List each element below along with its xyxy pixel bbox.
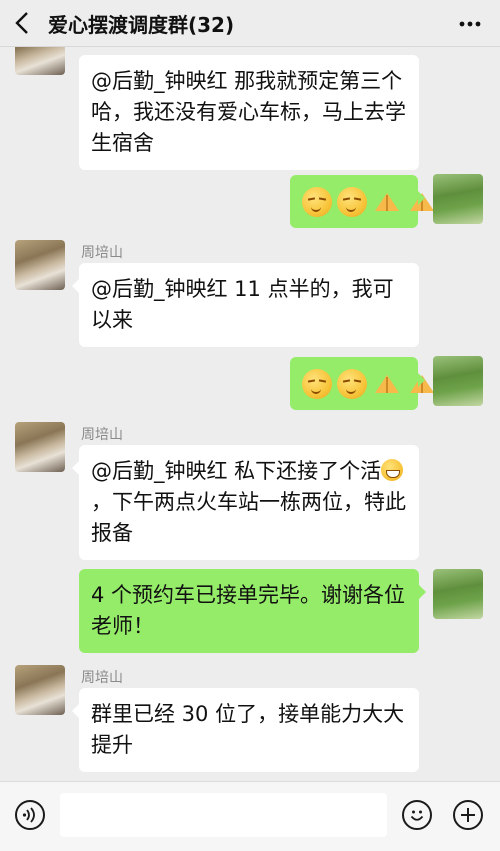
message-input[interactable]	[60, 793, 387, 837]
chevron-left-icon	[15, 12, 28, 34]
smirk-emoji	[302, 186, 332, 217]
avatar[interactable]	[15, 665, 65, 715]
pray-hands-emoji	[375, 192, 399, 211]
pray-hands-emoji	[375, 374, 399, 393]
emoji-row	[302, 368, 434, 399]
avatar[interactable]	[15, 240, 65, 290]
message-bubble[interactable]: @后勤_钟映红 私下还接了个活 ，下午两点火车站一栋两位，特此报备	[72, 445, 419, 560]
message-text: @后勤_钟映红 那我就预定第三个哈，我还没有爱心车标，马上去学生宿舍	[91, 69, 406, 155]
add-button[interactable]	[453, 800, 483, 830]
chat-header: 爱心摆渡调度群(32)	[0, 0, 500, 47]
more-dots-icon	[459, 21, 481, 27]
avatar[interactable]	[433, 356, 483, 406]
emoji-row	[302, 186, 434, 217]
message-text: @后勤_钟映红 私下还接了个活	[91, 459, 382, 483]
sender-name: 周培山	[81, 427, 123, 443]
smirk-emoji	[337, 186, 367, 217]
message-bubble[interactable]: @后勤_钟映红 那我就预定第三个哈，我还没有爱心车标，马上去学生宿舍	[79, 55, 419, 170]
message-text: @后勤_钟映红 11 点半的，我可以来	[91, 277, 394, 332]
sender-name: 周培山	[81, 245, 123, 261]
message-bubble[interactable]	[290, 175, 434, 228]
message-bubble[interactable]: 4 个预约车已接单完毕。谢谢各位老师！	[79, 569, 426, 653]
voice-icon	[22, 807, 35, 823]
sender-name: 周培山	[81, 670, 123, 686]
avatar[interactable]	[433, 569, 483, 619]
message-bubble[interactable]: @后勤_钟映红 11 点半的，我可以来	[72, 263, 419, 347]
message-bubble[interactable]	[290, 357, 434, 410]
voice-button[interactable]	[15, 800, 45, 830]
emoji-button[interactable]	[402, 800, 432, 830]
add-icon	[461, 808, 475, 822]
smirk-emoji	[337, 368, 367, 399]
more-button[interactable]	[458, 10, 482, 40]
message-text: 4 个预约车已接单完毕。谢谢各位老师！	[91, 583, 406, 638]
input-bar	[0, 781, 500, 851]
avatar[interactable]	[433, 174, 483, 224]
emoji-icon	[410, 810, 424, 821]
grin-emoji	[381, 459, 404, 481]
message-text: 群里已经 30 位了，接单能力大大提升	[91, 702, 405, 757]
avatar[interactable]	[15, 422, 65, 472]
message-bubble[interactable]: 群里已经 30 位了，接单能力大大提升	[72, 688, 419, 772]
avatar[interactable]	[15, 47, 65, 75]
back-button[interactable]	[0, 0, 44, 46]
message-list[interactable]: @后勤_钟映红 那我就预定第三个哈，我还没有爱心车标，马上去学生宿舍 周培山 @…	[0, 47, 500, 780]
smirk-emoji	[302, 368, 332, 399]
chat-title: 爱心摆渡调度群(32)	[48, 12, 235, 37]
message-text: ，下午两点火车站一栋两位，特此报备	[91, 490, 406, 545]
